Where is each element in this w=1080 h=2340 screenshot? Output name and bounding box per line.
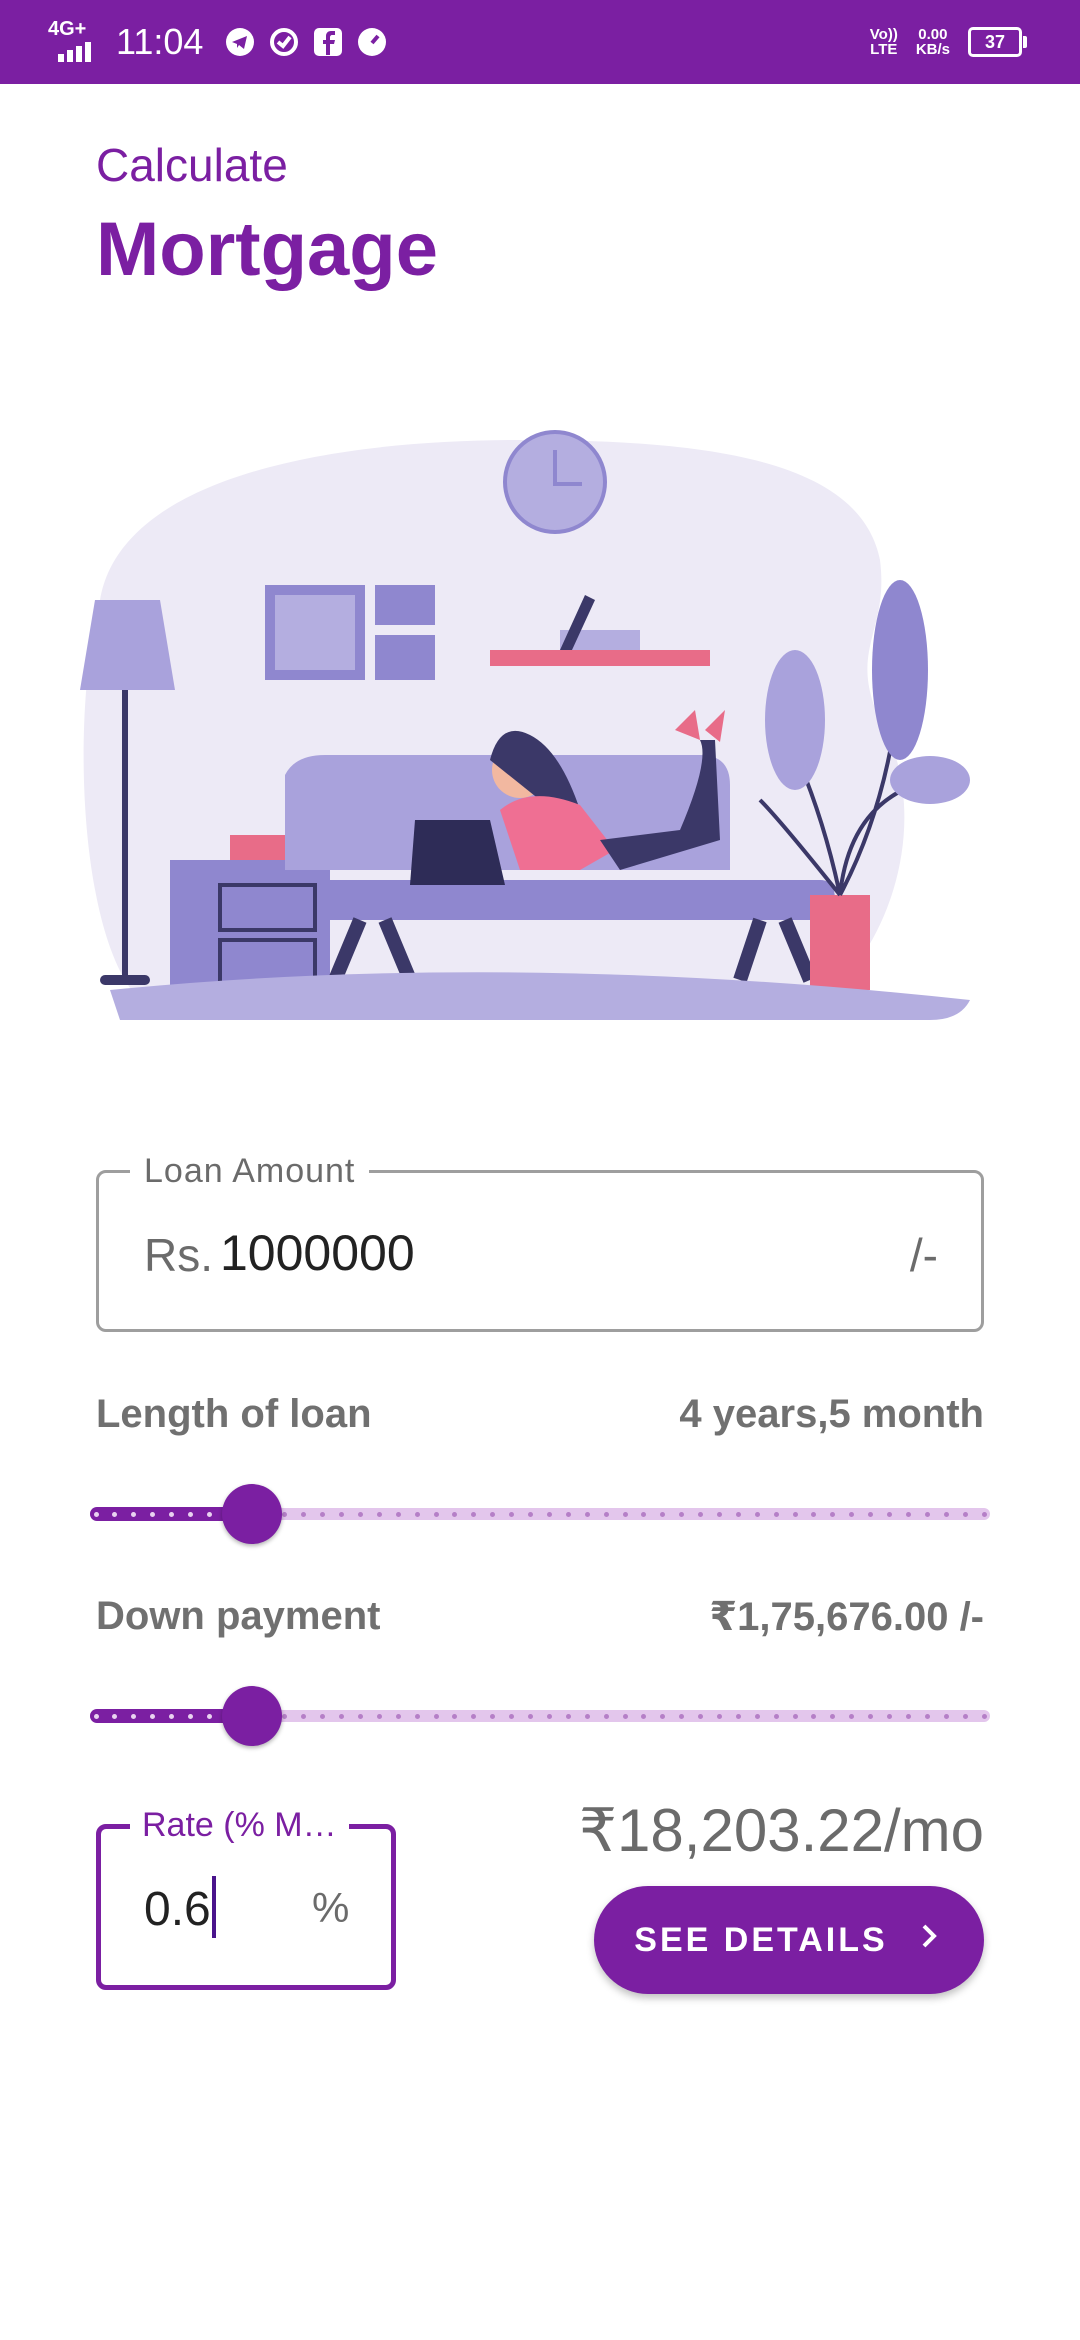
slider-tick: [981, 1714, 987, 1719]
slider-tick: [395, 1714, 401, 1719]
status-bar-right: Vo)) LTE 0.00 KB/s 37: [870, 0, 1027, 84]
slider-tick: [943, 1714, 949, 1719]
network-speed-value: 0.00: [918, 26, 948, 43]
slider-tick: [962, 1714, 968, 1719]
rate-field[interactable]: [96, 1824, 396, 1990]
length-of-loan-label: Length of loan: [96, 1392, 372, 1436]
slider-tick: [792, 1714, 798, 1719]
length-of-loan-slider[interactable]: [90, 1484, 990, 1544]
battery-icon: 37: [968, 27, 1027, 57]
slider-tick: [981, 1512, 987, 1517]
slider-tick: [584, 1512, 590, 1517]
slider-tick: [433, 1512, 439, 1517]
down-payment-value: ₹1,75,676.00 /-: [709, 1595, 984, 1639]
slider-tick: [603, 1714, 609, 1719]
slider-tick: [905, 1714, 911, 1719]
slider-tick: [206, 1714, 212, 1719]
slider-tick: [735, 1512, 741, 1517]
slider-tick: [716, 1714, 722, 1719]
slider-tick: [622, 1714, 628, 1719]
slider-tick: [887, 1512, 893, 1517]
slider-tick: [187, 1512, 193, 1517]
slider-tick: [376, 1512, 382, 1517]
slider-thumb[interactable]: [222, 1686, 282, 1746]
loan-amount-label: Loan Amount: [130, 1152, 370, 1191]
slider-tick: [358, 1512, 363, 1517]
slider-tick: [358, 1714, 363, 1719]
network-speed-unit: KB/s: [915, 41, 950, 58]
slider-tick: [773, 1714, 779, 1719]
down-payment-slider[interactable]: [90, 1686, 990, 1746]
living-room-illustration: [80, 430, 970, 1020]
slider-tick: [716, 1512, 722, 1517]
rate-input[interactable]: 0.6: [144, 1882, 211, 1937]
slider-tick: [943, 1512, 949, 1517]
slider-tick: [93, 1714, 99, 1719]
loan-amount-suffix: /-: [909, 1229, 938, 1281]
length-of-loan-value: 4 years,5 month: [679, 1392, 984, 1436]
slider-tick: [565, 1714, 571, 1719]
page-subtitle: Calculate: [96, 139, 288, 191]
slider-tick: [395, 1512, 401, 1517]
status-bar-left: 4G+ 11:04: [48, 0, 387, 84]
slider-tick: [603, 1512, 609, 1517]
slider-tick: [376, 1714, 382, 1719]
page-title: Mortgage: [96, 207, 438, 292]
network-type: 4G+: [48, 18, 87, 40]
slider-tick: [584, 1714, 590, 1719]
facebook-icon: [313, 27, 343, 57]
loan-amount-prefix: Rs.: [144, 1229, 213, 1281]
slider-tick: [414, 1512, 420, 1517]
rate-label: Rate (% M…: [130, 1806, 349, 1845]
status-bar: 4G+ 11:04 Vo)) LTE 0.00 KB/s 37: [0, 0, 1080, 84]
chevron-right-icon: [914, 1921, 944, 1960]
slider-tick: [905, 1512, 911, 1517]
speed-icon: [357, 27, 387, 57]
slider-tick: [546, 1714, 552, 1719]
telegram-icon: [225, 27, 255, 57]
slider-tick: [546, 1512, 552, 1517]
slider-tick: [754, 1714, 760, 1719]
down-payment-label: Down payment: [96, 1594, 381, 1638]
volte-line2: LTE: [870, 41, 898, 58]
slider-tick: [433, 1714, 439, 1719]
loan-amount-input[interactable]: 1000000: [220, 1224, 415, 1282]
slider-tick: [414, 1714, 420, 1719]
slider-tick: [962, 1512, 968, 1517]
slider-tick: [887, 1714, 893, 1719]
rate-suffix: %: [312, 1884, 350, 1931]
slider-tick: [93, 1512, 99, 1517]
slider-tick: [735, 1714, 741, 1719]
slider-thumb[interactable]: [222, 1484, 282, 1544]
slider-tick: [206, 1512, 212, 1517]
slider-tick: [773, 1512, 779, 1517]
network-speed: 0.00 KB/s: [916, 27, 950, 57]
volte-line1: Vo)): [869, 26, 898, 43]
sync-icon: [269, 27, 299, 57]
volte-indicator: Vo)) LTE: [870, 27, 898, 57]
slider-tick: [924, 1714, 930, 1719]
see-details-label: SEE DETAILS: [634, 1920, 888, 1959]
see-details-button[interactable]: SEE DETAILS: [594, 1886, 984, 1994]
clock-icon: [503, 430, 607, 534]
signal-bars-icon: [58, 42, 91, 62]
slider-tick: [187, 1714, 193, 1719]
signal-indicator: 4G+: [48, 18, 96, 64]
battery-level: 37: [984, 31, 1006, 52]
slider-tick: [754, 1512, 760, 1517]
slider-tick: [565, 1512, 571, 1517]
slider-tick: [924, 1512, 930, 1517]
clock: 11:04: [116, 21, 204, 62]
text-cursor: [212, 1876, 216, 1938]
slider-tick: [792, 1512, 798, 1517]
monthly-payment: ₹18,203.22/mo: [578, 1797, 984, 1864]
slider-tick: [622, 1512, 628, 1517]
